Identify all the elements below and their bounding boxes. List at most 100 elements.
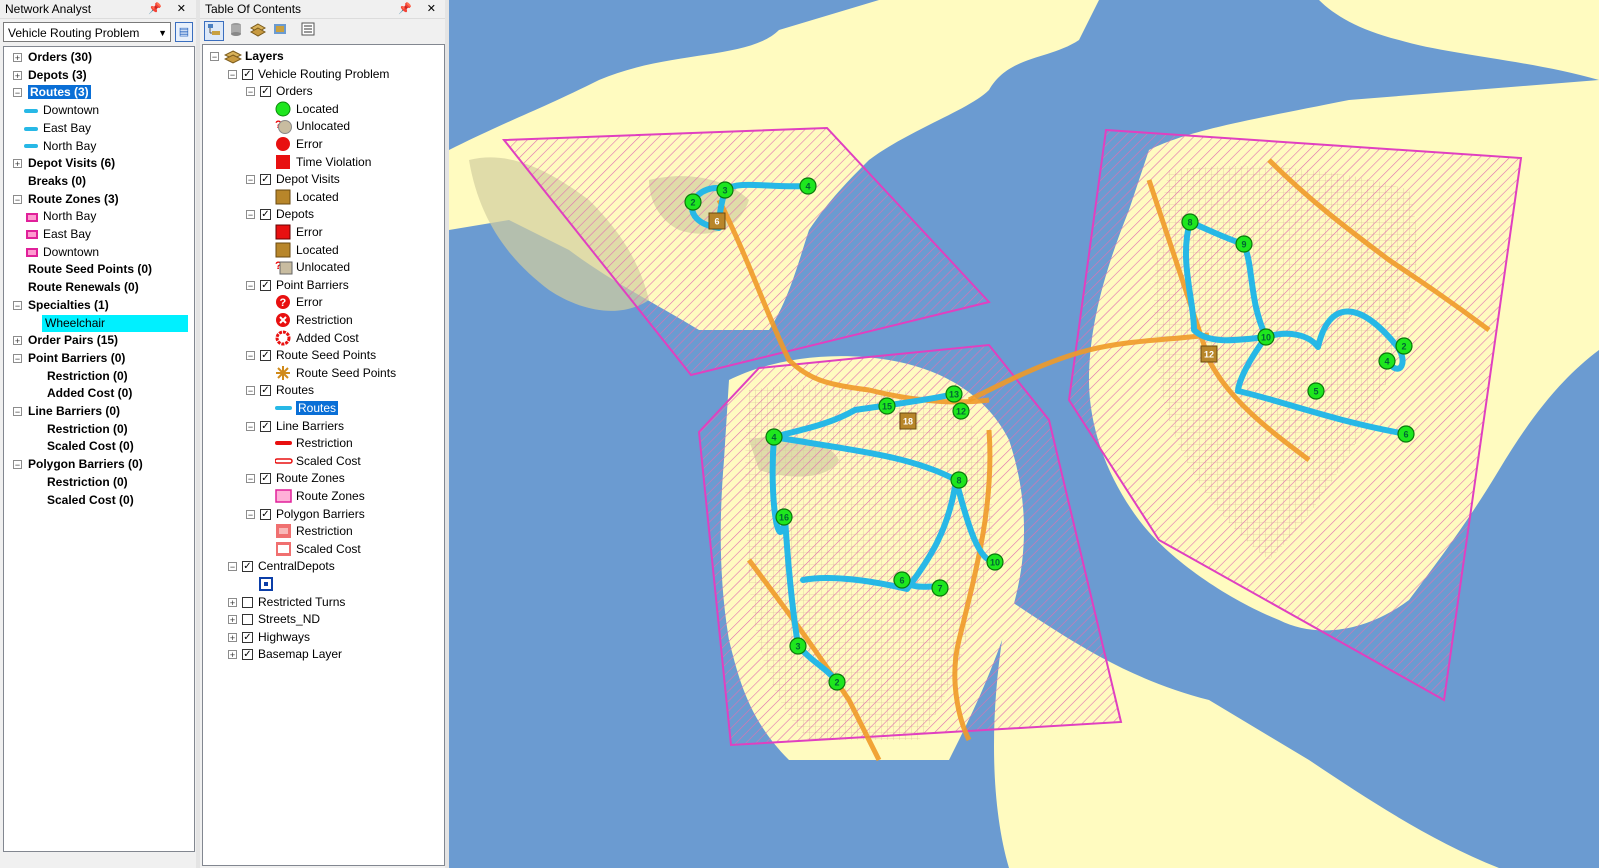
na-tree-item[interactable]: Depot Visits (6): [28, 155, 115, 172]
toc-tree-item[interactable]: Basemap Layer: [258, 646, 342, 663]
collapse-icon[interactable]: −: [246, 175, 255, 185]
toc-tree-item[interactable]: Time Violation: [296, 154, 371, 171]
collapse-icon[interactable]: −: [13, 194, 22, 204]
na-tree-item[interactable]: Restriction (0): [47, 474, 128, 491]
toc-tree-item[interactable]: Routes: [276, 382, 314, 399]
solver-dropdown[interactable]: Vehicle Routing Problem ▼: [3, 22, 171, 42]
toc-tree-item[interactable]: Restriction: [296, 435, 353, 452]
map-canvas[interactable]: 2 3 4 8 9 10 2 4 5 6 13 15 12 4 8 16 10 6 7 3 2 6 12 18: [449, 0, 1599, 868]
chevron-down-icon[interactable]: ▼: [158, 23, 167, 43]
toc-tree-item[interactable]: Layers: [245, 48, 284, 65]
na-tree-item[interactable]: North Bay: [26, 208, 96, 225]
expand-icon[interactable]: +: [228, 597, 237, 607]
layer-visibility-checkbox[interactable]: ✓: [260, 279, 271, 291]
collapse-icon[interactable]: −: [246, 421, 255, 431]
toc-tree-item[interactable]: Orders: [276, 83, 313, 100]
na-tree-item[interactable]: Depots (3): [28, 67, 87, 84]
na-tree-item[interactable]: Point Barriers (0): [28, 350, 125, 367]
toc-tree-item[interactable]: Error: [296, 224, 323, 241]
na-tree-item[interactable]: Added Cost (0): [47, 385, 132, 402]
list-by-drawing-order-icon[interactable]: [204, 21, 224, 41]
list-by-selection-icon[interactable]: [270, 21, 290, 41]
collapse-icon[interactable]: −: [13, 300, 22, 310]
na-tree-item[interactable]: Scaled Cost (0): [47, 438, 134, 455]
toc-tree-item[interactable]: Route Seed Points: [276, 347, 376, 364]
toc-tree-item[interactable]: Route Seed Points: [296, 365, 396, 382]
layer-visibility-checkbox[interactable]: ✓: [242, 68, 253, 80]
collapse-icon[interactable]: −: [13, 353, 22, 363]
toc-tree-item[interactable]: Located: [296, 189, 339, 206]
expand-icon[interactable]: +: [13, 53, 22, 63]
expand-icon[interactable]: +: [228, 632, 237, 642]
expand-icon[interactable]: +: [13, 336, 22, 346]
expand-icon[interactable]: +: [228, 650, 237, 660]
layer-visibility-checkbox[interactable]: ✓: [260, 473, 271, 485]
map-view[interactable]: 2 3 4 8 9 10 2 4 5 6 13 15 12 4 8 16 10 6 7 3 2 6 12 18: [449, 0, 1599, 868]
list-by-source-icon[interactable]: [226, 21, 246, 41]
pin-close-icons[interactable]: 📌 ✕: [398, 0, 442, 18]
layer-visibility-checkbox[interactable]: ✓: [260, 420, 271, 432]
na-tree-item[interactable]: Line Barriers (0): [28, 403, 120, 420]
na-tree-item[interactable]: Specialties (1): [28, 297, 109, 314]
collapse-icon[interactable]: −: [246, 210, 255, 220]
layer-visibility-checkbox[interactable]: ✓: [260, 209, 271, 221]
collapse-icon[interactable]: −: [246, 280, 255, 290]
layer-visibility-checkbox[interactable]: ✓: [260, 385, 271, 397]
na-tree-item[interactable]: Routes (3): [28, 84, 91, 101]
toc-tree-item[interactable]: Route Zones: [276, 470, 345, 487]
layer-visibility-checkbox[interactable]: ✓: [242, 631, 253, 643]
na-tree-item[interactable]: East Bay: [26, 226, 91, 243]
na-tree-item[interactable]: Order Pairs (15): [28, 332, 118, 349]
expand-icon[interactable]: +: [13, 70, 22, 80]
na-tree-item[interactable]: Restriction (0): [47, 368, 128, 385]
na-tree-item[interactable]: Scaled Cost (0): [47, 492, 134, 509]
toc-tree-item[interactable]: Located: [296, 242, 339, 259]
toc-tree-item[interactable]: Vehicle Routing Problem: [258, 66, 389, 83]
na-tree-item[interactable]: Polygon Barriers (0): [28, 456, 143, 473]
collapse-icon[interactable]: −: [246, 386, 255, 396]
collapse-icon[interactable]: −: [228, 562, 237, 572]
toc-tree-item[interactable]: Added Cost: [296, 330, 359, 347]
toc-tree-item[interactable]: Route Zones: [296, 488, 365, 505]
toc-tree-item[interactable]: Highways: [258, 629, 310, 646]
toc-tree-item[interactable]: Scaled Cost: [296, 541, 361, 558]
layer-visibility-checkbox[interactable]: [242, 614, 253, 626]
collapse-icon[interactable]: −: [13, 88, 22, 98]
na-tree-item[interactable]: Downtown: [24, 102, 99, 119]
collapse-icon[interactable]: −: [13, 460, 22, 470]
toc-tree-item[interactable]: Routes: [296, 400, 339, 417]
toc-tree-item[interactable]: Polygon Barriers: [276, 506, 365, 523]
collapse-icon[interactable]: −: [246, 351, 255, 361]
properties-button[interactable]: ▤: [175, 22, 193, 42]
na-tree-item[interactable]: Downtown: [26, 244, 99, 261]
collapse-icon[interactable]: −: [228, 69, 237, 79]
na-tree-item[interactable]: Breaks (0): [28, 173, 86, 190]
layer-visibility-checkbox[interactable]: [242, 596, 253, 608]
list-by-visibility-icon[interactable]: [248, 21, 268, 41]
layer-visibility-checkbox[interactable]: ✓: [260, 350, 271, 362]
toc-tree-item[interactable]: Line Barriers: [276, 418, 344, 435]
na-tree-item[interactable]: Wheelchair: [42, 314, 188, 332]
toc-tree-item[interactable]: Unlocated: [296, 259, 350, 276]
toc-tree-item[interactable]: Point Barriers: [276, 277, 349, 294]
toc-tree-item[interactable]: Located: [296, 101, 339, 118]
toc-tree-item[interactable]: Restriction: [296, 312, 353, 329]
na-tree-item[interactable]: Route Seed Points (0): [28, 261, 152, 278]
toc-tree-item[interactable]: Depot Visits: [276, 171, 340, 188]
na-tree-item[interactable]: East Bay: [24, 120, 91, 137]
na-tree-item[interactable]: North Bay: [24, 138, 96, 155]
options-icon[interactable]: [298, 21, 318, 41]
collapse-icon[interactable]: −: [246, 87, 255, 97]
na-tree-item[interactable]: Route Zones (3): [28, 191, 119, 208]
collapse-icon[interactable]: −: [246, 474, 255, 484]
toc-tree-item[interactable]: Error: [296, 294, 323, 311]
collapse-icon[interactable]: −: [13, 407, 22, 417]
toc-tree-item[interactable]: Depots: [276, 206, 314, 223]
layer-visibility-checkbox[interactable]: ✓: [260, 86, 271, 98]
na-tree-item[interactable]: Restriction (0): [47, 421, 128, 438]
collapse-icon[interactable]: −: [210, 52, 219, 62]
na-tree-item[interactable]: Orders (30): [28, 49, 92, 66]
pin-close-icons[interactable]: 📌 ✕: [148, 0, 192, 18]
toc-tree-item[interactable]: Streets_ND: [258, 611, 320, 628]
layer-visibility-checkbox[interactable]: ✓: [242, 561, 253, 573]
